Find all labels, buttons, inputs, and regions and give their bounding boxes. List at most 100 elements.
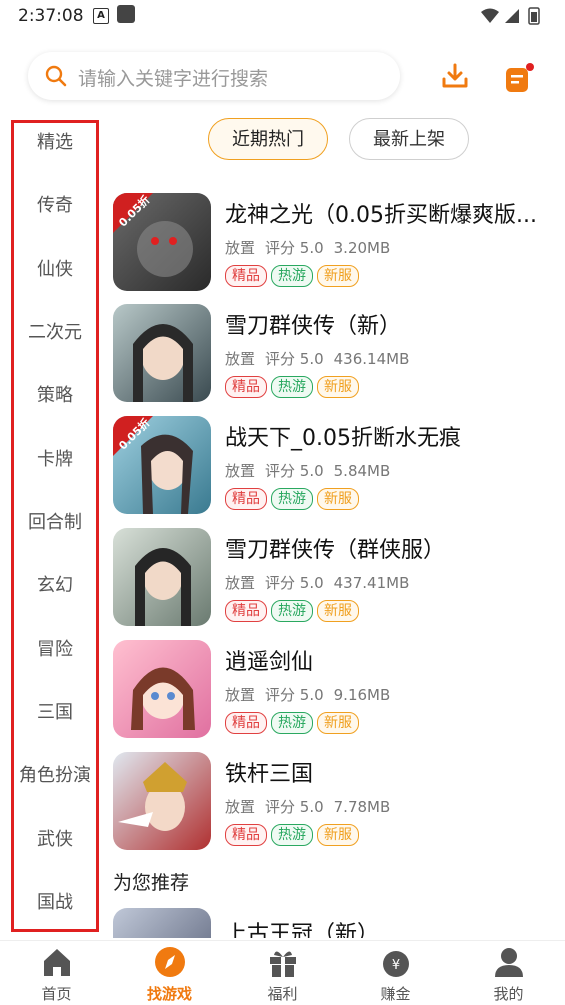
nav-earn[interactable]: ¥ 赚金 <box>339 941 452 1005</box>
game-tags: 精品 热游 新服 <box>225 376 363 398</box>
game-rating: 评分 5.0 <box>265 239 324 257</box>
nav-find-game[interactable]: 找游戏 <box>113 941 226 1005</box>
notification-square-icon <box>117 5 135 23</box>
status-bar: 2:37:08 A <box>0 0 565 34</box>
tag-jingpin: 精品 <box>225 265 267 287</box>
game-rating: 评分 5.0 <box>265 574 324 592</box>
game-type: 放置 <box>225 798 256 816</box>
tag-jingpin: 精品 <box>225 824 267 846</box>
tag-jingpin: 精品 <box>225 712 267 734</box>
game-item[interactable]: 雪刀群侠传（群侠服） 放置 评分 5.0 437.41MB 精品 热游 新服 <box>113 528 553 628</box>
game-tags: 精品 热游 新服 <box>225 824 363 846</box>
game-meta: 放置 评分 5.0 7.78MB <box>225 796 400 817</box>
tag-xinfu: 新服 <box>317 376 359 398</box>
game-type: 放置 <box>225 350 256 368</box>
tag-reyou: 热游 <box>271 600 313 622</box>
game-item[interactable]: 雪刀群侠传（新） 放置 评分 5.0 436.14MB 精品 热游 新服 <box>113 304 553 404</box>
game-meta: 放置 评分 5.0 436.14MB <box>225 348 419 369</box>
tag-xinfu: 新服 <box>317 824 359 846</box>
game-item[interactable]: 上古王冠（新） <box>113 908 553 938</box>
game-type: 放置 <box>225 686 256 704</box>
game-icon <box>113 304 211 402</box>
tag-jingpin: 精品 <box>225 600 267 622</box>
money-bag-icon: ¥ <box>383 951 409 977</box>
game-name: 雪刀群侠传（新） <box>225 314 402 339</box>
search-icon <box>45 65 67 87</box>
game-type: 放置 <box>225 462 256 480</box>
status-time: 2:37:08 <box>18 6 84 26</box>
game-item[interactable]: 0.05折 战天下_0.05折断水无痕 放置 评分 5.0 5.84MB 精品 热游新… <box>113 416 553 516</box>
sidebar-item-wuxia[interactable]: 武侠 <box>14 825 96 851</box>
recommend-title: 为您推荐 <box>113 872 190 894</box>
nav-label: 首页 <box>41 985 72 1003</box>
sidebar-item-maoxian[interactable]: 冒险 <box>14 635 96 661</box>
game-meta: 放置 评分 5.0 5.84MB <box>225 460 400 481</box>
game-rating: 评分 5.0 <box>265 350 324 368</box>
sidebar-item-celue[interactable]: 策略 <box>14 381 96 407</box>
game-rating: 评分 5.0 <box>265 686 324 704</box>
game-icon <box>113 908 211 938</box>
nav-label: 福利 <box>267 985 298 1003</box>
tab-recent-hot[interactable]: 近期热门 <box>208 118 328 160</box>
download-icon[interactable] <box>441 62 469 90</box>
game-size: 436.14MB <box>333 350 410 368</box>
tag-jingpin: 精品 <box>225 376 267 398</box>
game-size: 7.78MB <box>333 798 391 816</box>
game-tags: 精品 热游 新服 <box>225 712 363 734</box>
game-icon: 0.05折 <box>113 193 211 291</box>
message-icon[interactable] <box>503 62 535 94</box>
notification-dot <box>526 63 534 71</box>
nav-mine[interactable]: 我的 <box>452 941 565 1005</box>
tag-xinfu: 新服 <box>317 712 359 734</box>
tab-new-release[interactable]: 最新上架 <box>349 118 469 160</box>
game-size: 5.84MB <box>333 462 391 480</box>
sidebar-item-erciyuan[interactable]: 二次元 <box>14 318 96 344</box>
category-sidebar: 精选 传奇 仙侠 二次元 策略 卡牌 回合制 玄幻 冒险 三国 角色扮演 武侠 … <box>11 120 99 932</box>
sidebar-item-huihezhi[interactable]: 回合制 <box>14 508 96 534</box>
game-type: 放置 <box>225 574 256 592</box>
nav-home[interactable]: 首页 <box>0 941 113 1005</box>
game-icon: 0.05折 <box>113 416 211 514</box>
compass-icon <box>155 947 185 977</box>
search-placeholder: 请输入关键字进行搜索 <box>78 68 269 90</box>
game-name: 雪刀群侠传（群侠服） <box>225 538 446 563</box>
home-icon <box>44 949 70 976</box>
sidebar-item-jingxuan[interactable]: 精选 <box>14 128 96 154</box>
game-meta: 放置 评分 5.0 3.20MB <box>225 237 400 258</box>
game-size: 3.20MB <box>333 239 391 257</box>
tag-xinfu: 新服 <box>317 265 359 287</box>
nav-label: 找游戏 <box>146 985 192 1003</box>
bottom-nav: 首页 找游戏 福利 ¥ 赚金 我的 <box>0 940 565 1005</box>
nav-welfare[interactable]: 福利 <box>226 941 339 1005</box>
wifi-icon <box>481 8 499 23</box>
user-icon <box>495 948 523 977</box>
tag-reyou: 热游 <box>271 376 313 398</box>
signal-icon <box>505 9 519 23</box>
game-rating: 评分 5.0 <box>265 798 324 816</box>
game-name: 战天下_0.05折断水无痕 <box>225 426 461 451</box>
game-type: 放置 <box>225 239 256 257</box>
tag-xinfu: 新服 <box>317 488 359 510</box>
game-meta: 放置 评分 5.0 9.16MB <box>225 684 400 705</box>
sidebar-item-guozhan[interactable]: 国战 <box>14 888 96 914</box>
sidebar-item-sanguo[interactable]: 三国 <box>14 698 96 724</box>
tag-reyou: 热游 <box>271 712 313 734</box>
game-icon <box>113 752 211 850</box>
sidebar-item-xianxia[interactable]: 仙侠 <box>14 255 96 281</box>
sidebar-item-jueseban[interactable]: 角色扮演 <box>14 761 96 787</box>
game-icon <box>113 640 211 738</box>
game-icon <box>113 528 211 626</box>
sidebar-item-xuanhuan[interactable]: 玄幻 <box>14 571 96 597</box>
game-name: 龙神之光（0.05折买断爆爽版... <box>225 203 537 228</box>
game-item[interactable]: 0.05折 龙神之光（0.05折买断爆爽版... 放置 评分 5.0 3.20MB … <box>113 193 553 293</box>
tag-jingpin: 精品 <box>225 488 267 510</box>
game-item[interactable]: 铁杆三国 放置 评分 5.0 7.78MB 精品 热游 新服 <box>113 752 553 852</box>
game-size: 437.41MB <box>333 574 410 592</box>
sidebar-item-kapai[interactable]: 卡牌 <box>14 445 96 471</box>
sidebar-item-chuanqi[interactable]: 传奇 <box>14 191 96 217</box>
nav-label: 赚金 <box>380 985 411 1003</box>
game-item[interactable]: 逍遥剑仙 放置 评分 5.0 9.16MB 精品 热游 新服 <box>113 640 553 740</box>
game-name: 逍遥剑仙 <box>225 650 314 675</box>
tag-reyou: 热游 <box>271 265 313 287</box>
search-input[interactable]: 请输入关键字进行搜索 <box>28 52 400 100</box>
